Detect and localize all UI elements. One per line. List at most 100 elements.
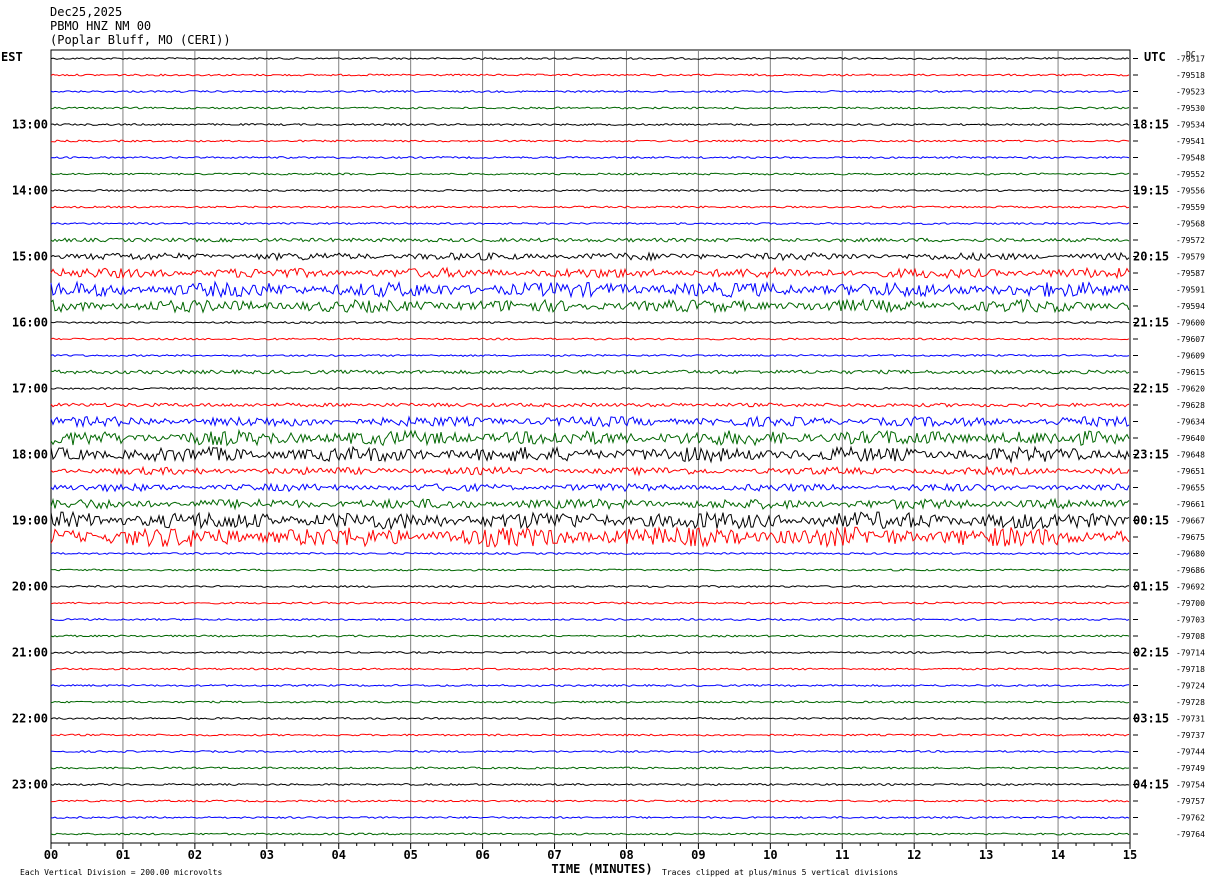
seismic-trace	[50, 106, 1130, 110]
dc-label: DC	[1186, 50, 1196, 59]
dc-offset-label: -79737	[1176, 731, 1205, 740]
seismic-trace	[50, 601, 1130, 605]
utc-hour-label: 21:15	[1133, 316, 1169, 330]
seismic-trace	[50, 782, 1130, 787]
utc-hour-label: 23:15	[1133, 448, 1169, 462]
seismic-trace	[50, 497, 1130, 511]
seismic-trace	[50, 354, 1130, 358]
dc-offset-label: -79615	[1176, 368, 1205, 377]
utc-hour-label: 01:15	[1133, 580, 1169, 594]
seismic-trace	[50, 650, 1130, 654]
utc-timezone-label: UTC	[1144, 50, 1166, 64]
dc-offset-label: -79703	[1176, 616, 1205, 625]
x-tick-label: 02	[188, 848, 202, 862]
seismic-trace	[50, 172, 1130, 176]
seismic-trace	[50, 122, 1130, 127]
dc-offset-label: -79594	[1176, 302, 1205, 311]
seismic-trace	[50, 617, 1130, 622]
dc-offset-label: -79568	[1176, 220, 1205, 229]
dc-offset-label: -79518	[1176, 71, 1205, 80]
grid-lines	[50, 49, 1138, 849]
est-hour-label: 15:00	[12, 250, 48, 264]
utc-hour-label: 04:15	[1133, 778, 1169, 792]
x-tick-label: 11	[835, 848, 849, 862]
seismic-trace	[51, 816, 1130, 819]
utc-hour-label: 19:15	[1133, 184, 1169, 198]
seismic-trace	[50, 799, 1130, 803]
clip-note: Traces clipped at plus/minus 5 vertical …	[662, 868, 898, 877]
dc-offset-label: -79655	[1176, 484, 1205, 493]
x-tick-label: 12	[907, 848, 921, 862]
dc-offset-label: -79731	[1176, 715, 1205, 724]
dc-offset-label: -79648	[1176, 451, 1205, 460]
est-timezone-label: EST	[1, 50, 23, 64]
seismic-trace	[50, 337, 1130, 341]
dc-offset-label: -79607	[1176, 335, 1205, 344]
dc-offset-label: -79628	[1176, 401, 1205, 410]
seismic-trace	[50, 445, 1130, 464]
x-tick-label: 01	[116, 848, 130, 862]
x-tick-label: 04	[332, 848, 346, 862]
seismic-trace	[50, 237, 1130, 243]
dc-offset-label: -79754	[1176, 781, 1205, 790]
seismic-trace	[50, 832, 1130, 836]
dc-offset-label: -79708	[1176, 632, 1205, 641]
dc-offset-label: -79692	[1176, 583, 1205, 592]
seismic-trace	[50, 415, 1130, 429]
x-tick-label: 03	[260, 848, 274, 862]
dc-offset-label: -79667	[1176, 517, 1205, 526]
plot-frame	[50, 49, 1131, 844]
dc-offset-label: -79587	[1176, 269, 1205, 278]
dc-offset-label: -79620	[1176, 385, 1205, 394]
seismic-trace	[50, 683, 1130, 688]
x-tick-label: 06	[475, 848, 489, 862]
seismic-trace	[50, 321, 1130, 324]
x-tick-label: 15	[1123, 848, 1137, 862]
seismic-trace	[50, 266, 1130, 280]
seismic-trace	[50, 568, 1130, 572]
dc-offset-label: -79634	[1176, 418, 1205, 427]
dc-offset-label: -79762	[1176, 814, 1205, 823]
x-axis-title: TIME (MINUTES)	[551, 862, 652, 876]
dc-offset-label: -79744	[1176, 748, 1205, 757]
x-tick-label: 08	[619, 848, 633, 862]
seismic-trace	[50, 766, 1130, 770]
x-tick-label: 13	[979, 848, 993, 862]
dc-offset-label: -79530	[1176, 104, 1205, 113]
seismic-trace	[50, 222, 1130, 225]
utc-hour-label: 00:15	[1133, 514, 1169, 528]
utc-hour-label: 20:15	[1133, 250, 1169, 264]
dc-offset-label: -79661	[1176, 500, 1205, 509]
dc-offset-label: -79680	[1176, 550, 1205, 559]
seismic-trace	[50, 700, 1130, 704]
dc-offset-label: -79579	[1176, 253, 1205, 262]
est-hour-label: 21:00	[12, 646, 48, 660]
est-hour-label: 13:00	[12, 118, 48, 132]
seismic-trace	[50, 386, 1130, 390]
dc-offset-label: -79764	[1176, 830, 1205, 839]
x-tick-label: 05	[403, 848, 417, 862]
seismic-trace	[50, 298, 1130, 314]
seismogram-chart: 00 01 02 03 04 05 06 07 08 09 10 11 12 13 14 15-79517-7…	[1, 49, 1205, 877]
seismic-trace	[50, 369, 1130, 375]
seismic-trace	[50, 402, 1130, 408]
seismic-trace	[50, 73, 1130, 77]
x-tick-label: 00	[44, 848, 58, 862]
est-hour-label: 17:00	[12, 382, 48, 396]
seismic-trace	[50, 188, 1130, 193]
dc-offset-label: -79572	[1176, 236, 1205, 245]
dc-offset-label: -79675	[1176, 533, 1205, 542]
x-tick-label: 10	[763, 848, 777, 862]
dc-offset-label: -79523	[1176, 88, 1205, 97]
dc-offset-label: -79609	[1176, 352, 1205, 361]
seismic-trace	[50, 526, 1130, 549]
x-tick-label: 07	[547, 848, 561, 862]
dc-offset-label: -79534	[1176, 121, 1205, 130]
utc-hour-label: 03:15	[1133, 712, 1169, 726]
seismic-trace	[50, 510, 1130, 531]
seismic-trace	[50, 251, 1130, 262]
seismic-trace	[50, 155, 1130, 159]
dc-offset-label: -79600	[1176, 319, 1205, 328]
dc-offset-label: -79686	[1176, 566, 1205, 575]
seismic-trace	[50, 57, 1130, 60]
